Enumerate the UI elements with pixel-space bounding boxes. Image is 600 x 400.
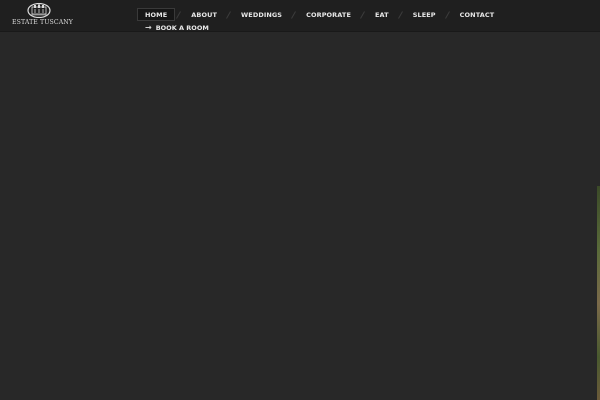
main-nav: HOME ABOUT WEDDINGS CORPORATE EAT SLEEP … bbox=[137, 8, 502, 21]
nav-separator bbox=[397, 8, 405, 21]
brand-name: ESTATE TUSCANY bbox=[12, 19, 73, 26]
book-a-room-link[interactable]: → BOOK A ROOM bbox=[145, 22, 209, 33]
nav-separator bbox=[225, 8, 233, 21]
book-a-room-label: BOOK A ROOM bbox=[155, 23, 209, 32]
nav-separator bbox=[444, 8, 452, 21]
nav-item-weddings[interactable]: WEDDINGS bbox=[233, 8, 290, 21]
arrow-right-icon: → bbox=[145, 22, 152, 32]
nav-item-sleep[interactable]: SLEEP bbox=[405, 8, 444, 21]
estate-emblem-icon bbox=[27, 3, 51, 18]
page: ESTATE TUSCANY HOME ABOUT WEDDINGS CORPO… bbox=[0, 0, 600, 400]
nav-separator bbox=[175, 8, 183, 21]
nav-item-home[interactable]: HOME bbox=[137, 8, 176, 21]
nav-item-corporate[interactable]: CORPORATE bbox=[298, 8, 359, 21]
nav-item-about[interactable]: ABOUT bbox=[183, 8, 225, 21]
nav-item-contact[interactable]: CONTACT bbox=[452, 8, 503, 21]
nav-separator bbox=[290, 8, 298, 21]
nav-separator bbox=[359, 8, 367, 21]
brand-logo[interactable]: ESTATE TUSCANY bbox=[12, 3, 73, 29]
site-header: ESTATE TUSCANY HOME ABOUT WEDDINGS CORPO… bbox=[0, 0, 600, 32]
nav-item-eat[interactable]: EAT bbox=[367, 8, 397, 21]
